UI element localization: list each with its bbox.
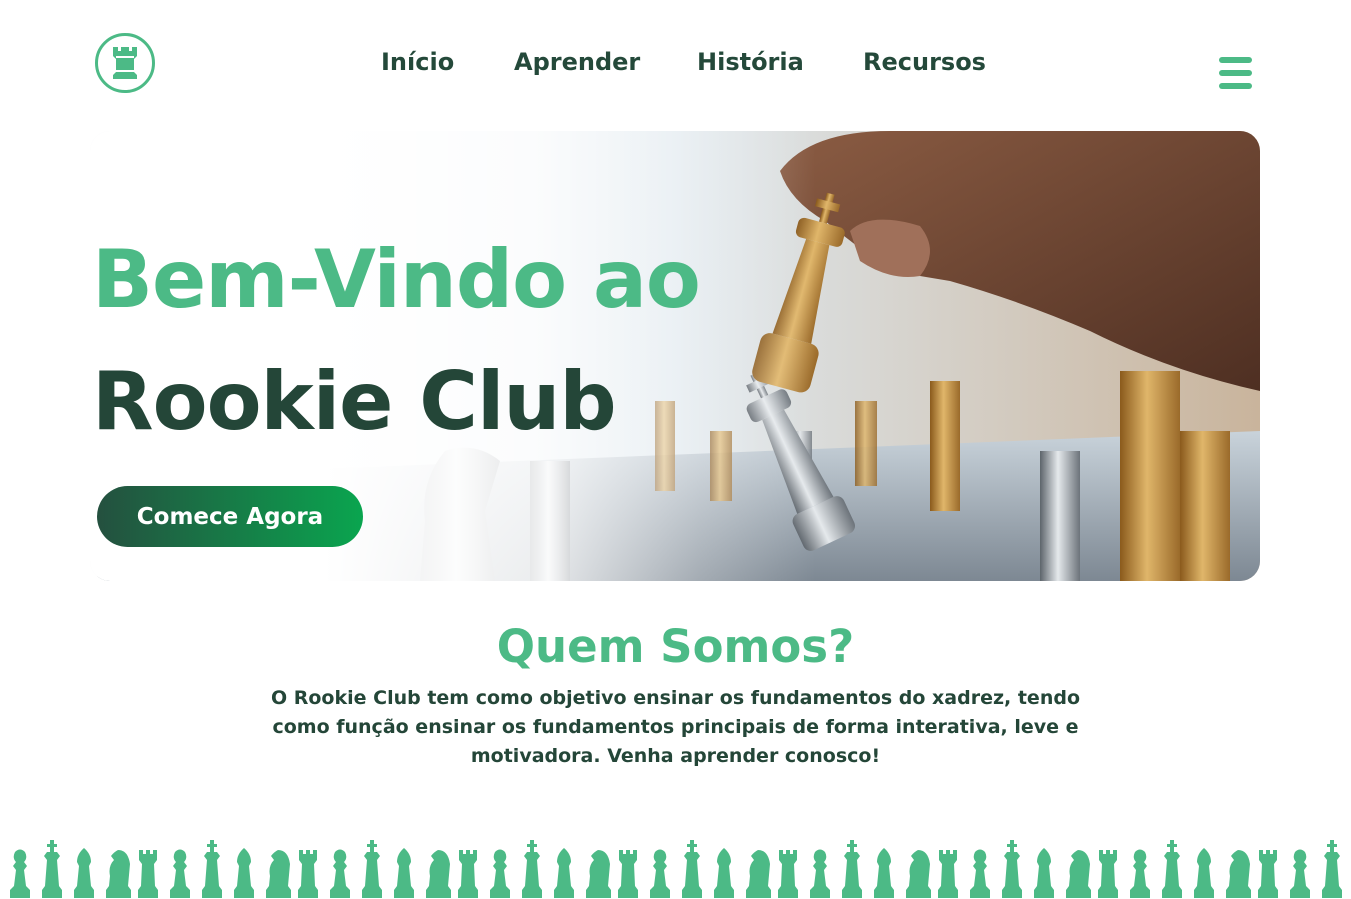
pawn-icon xyxy=(810,849,830,898)
knight-icon xyxy=(746,850,771,898)
king-icon xyxy=(1002,840,1022,898)
chess-pieces-border xyxy=(10,840,1342,898)
bishop-icon xyxy=(234,848,254,898)
pawn-icon xyxy=(1130,849,1150,898)
knight-icon xyxy=(106,850,131,898)
nav-link-historia[interactable]: História xyxy=(697,48,804,76)
bishop-icon xyxy=(714,848,734,898)
rook-icon xyxy=(298,850,318,898)
pawn-icon xyxy=(650,849,670,898)
pawn-icon xyxy=(490,849,510,898)
bishop-icon xyxy=(74,848,94,898)
main-nav: Início Aprender História Recursos xyxy=(0,48,1351,82)
about-text: O Rookie Club tem como objetivo ensinar … xyxy=(270,687,1080,767)
hamburger-menu-icon[interactable] xyxy=(1219,57,1252,89)
king-icon xyxy=(1322,840,1342,898)
bishop-icon xyxy=(554,848,574,898)
rook-icon xyxy=(938,850,958,898)
king-icon xyxy=(1162,840,1182,898)
bishop-icon xyxy=(394,848,414,898)
about-title: Quem Somos? xyxy=(496,620,855,673)
knight-icon xyxy=(586,850,611,898)
bishop-icon xyxy=(874,848,894,898)
knight-icon xyxy=(906,850,931,898)
king-icon xyxy=(842,840,862,898)
king-icon xyxy=(522,840,542,898)
knight-icon xyxy=(266,850,291,898)
king-icon xyxy=(42,840,62,898)
rook-icon xyxy=(778,850,798,898)
nav-link-recursos[interactable]: Recursos xyxy=(863,48,986,76)
king-icon xyxy=(202,840,222,898)
king-icon xyxy=(682,840,702,898)
bishop-icon xyxy=(1034,848,1054,898)
pawn-icon xyxy=(10,849,30,898)
king-icon xyxy=(362,840,382,898)
knight-icon xyxy=(1226,850,1251,898)
pawn-icon xyxy=(1290,849,1310,898)
nav-link-aprender[interactable]: Aprender xyxy=(514,48,640,76)
start-now-button[interactable]: Comece Agora xyxy=(97,486,363,547)
rook-icon xyxy=(1258,850,1278,898)
knight-icon xyxy=(1066,850,1091,898)
rook-icon xyxy=(1098,850,1118,898)
rook-icon xyxy=(458,850,478,898)
bishop-icon xyxy=(1194,848,1214,898)
pawn-icon xyxy=(330,849,350,898)
knight-icon xyxy=(426,850,451,898)
rook-icon xyxy=(618,850,638,898)
hero-title-line1: Bem-Vindo ao xyxy=(92,233,701,326)
pawn-icon xyxy=(970,849,990,898)
nav-link-inicio[interactable]: Início xyxy=(381,48,454,76)
pawn-icon xyxy=(170,849,190,898)
rook-icon xyxy=(138,850,158,898)
hero-title-line2: Rookie Club xyxy=(92,355,617,448)
